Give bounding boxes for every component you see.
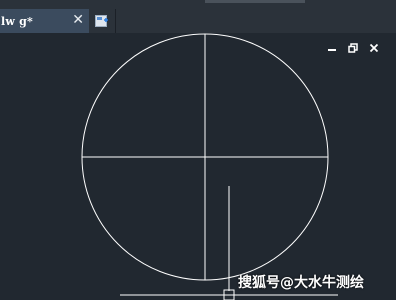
- watermark: 搜狐号@大水牛测绘: [238, 275, 364, 291]
- viewport-controls: [325, 41, 380, 54]
- file-tab-bar: lw g* ✕: [0, 9, 396, 33]
- close-icon: [369, 43, 378, 52]
- drawing-tab[interactable]: lw g* ✕: [0, 9, 90, 33]
- drawing-geometry: [81, 33, 338, 300]
- drawing-tab-label: lw g*: [1, 14, 33, 28]
- title-bar-strip: [0, 0, 396, 9]
- drawing-canvas[interactable]: 搜狐号@大水牛测绘: [0, 33, 396, 300]
- close-button[interactable]: [367, 41, 380, 54]
- new-tab-button[interactable]: [89, 9, 116, 33]
- restore-icon: [347, 42, 358, 53]
- close-icon[interactable]: ✕: [72, 12, 84, 28]
- new-tab-icon: [95, 15, 108, 27]
- title-bar-mark: [205, 0, 305, 3]
- minimize-button[interactable]: [325, 41, 338, 54]
- restore-button[interactable]: [346, 41, 359, 54]
- minimize-icon: [327, 48, 336, 51]
